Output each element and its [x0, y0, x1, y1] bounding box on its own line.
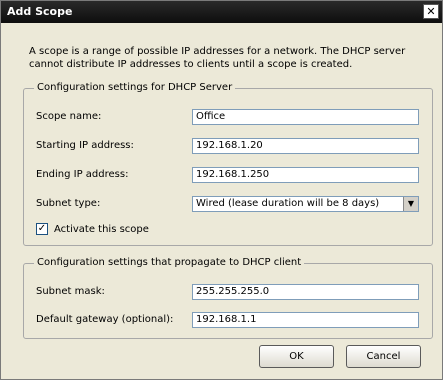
subnet-type-label: Subnet type:	[36, 198, 101, 209]
subnet-type-value: Wired (lease duration will be 8 days)	[196, 198, 380, 209]
ok-button[interactable]: OK	[259, 345, 334, 368]
subnet-type-select[interactable]: Wired (lease duration will be 8 days) ▼	[192, 196, 419, 212]
end-ip-label: Ending IP address:	[36, 169, 129, 180]
gateway-input[interactable]: 192.168.1.1	[192, 312, 419, 328]
scope-name-input[interactable]: Office	[192, 109, 419, 125]
gateway-label: Default gateway (optional):	[36, 314, 174, 325]
subnet-mask-label: Subnet mask:	[36, 286, 105, 297]
client-settings-legend: Configuration settings that propagate to…	[34, 257, 305, 268]
client-settings-group: Configuration settings that propagate to…	[23, 257, 433, 339]
start-ip-label: Starting IP address:	[36, 140, 134, 151]
scope-name-label: Scope name:	[36, 111, 102, 122]
title-bar[interactable]: Add Scope ✕	[1, 1, 442, 23]
description-text: A scope is a range of possible IP addres…	[29, 46, 406, 70]
close-icon[interactable]: ✕	[423, 4, 439, 19]
activate-scope-checkbox[interactable]: ✓	[36, 223, 48, 235]
server-settings-legend: Configuration settings for DHCP Server	[34, 82, 236, 93]
add-scope-dialog: Add Scope ✕ A scope is a range of possib…	[0, 0, 443, 380]
server-settings-group: Configuration settings for DHCP Server S…	[23, 82, 433, 246]
subnet-mask-input[interactable]: 255.255.255.0	[192, 284, 419, 300]
chevron-down-icon[interactable]: ▼	[403, 197, 418, 211]
end-ip-input[interactable]: 192.168.1.250	[192, 167, 419, 183]
start-ip-input[interactable]: 192.168.1.20	[192, 138, 419, 154]
cancel-button[interactable]: Cancel	[346, 345, 421, 368]
dialog-title: Add Scope	[7, 5, 73, 18]
activate-scope-label[interactable]: Activate this scope	[54, 224, 149, 235]
